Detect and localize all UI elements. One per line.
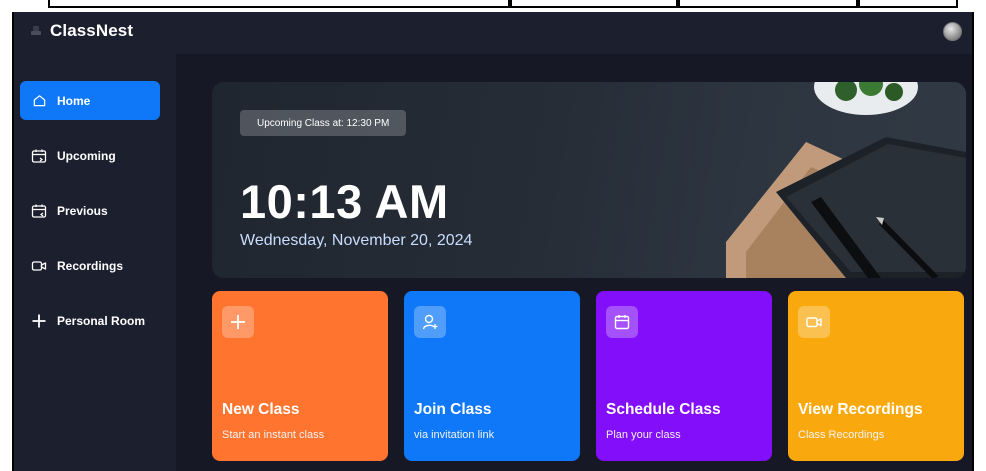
user-add-icon [414,306,446,338]
home-icon [31,93,47,109]
card-title: Join Class [414,401,492,418]
desk-illustration [726,82,966,278]
schedule-class-card[interactable]: Schedule Class Plan your class [596,291,772,461]
sidebar-item-label: Recordings [57,258,124,273]
video-icon [31,258,47,274]
card-title: New Class [222,401,300,418]
card-title: View Recordings [798,401,923,418]
main-content: Upcoming Class at: 12:30 PM 10:13 AM Wed… [176,54,972,471]
card-title: Schedule Class [606,401,721,418]
upcoming-class-badge: Upcoming Class at: 12:30 PM [240,110,407,136]
top-navbar: ClassNest [14,12,972,54]
top-box [678,0,858,8]
app-name: ClassNest [50,21,134,40]
view-recordings-card[interactable]: View Recordings Class Recordings [788,291,964,461]
sidebar-item-personal-room[interactable]: Personal Room [20,301,160,340]
sidebar-item-upcoming[interactable]: Upcoming [20,136,160,175]
app-window: ClassNest Home Upcoming Previous Recordi… [12,12,974,471]
top-box [858,0,958,8]
join-class-card[interactable]: Join Class via invitation link [404,291,580,461]
logo-icon [28,23,44,39]
sidebar-item-label: Home [57,93,91,108]
card-subtitle: Plan your class [606,429,681,441]
card-subtitle: via invitation link [414,429,495,441]
calendar-upcoming-icon [31,148,47,164]
calendar-icon [606,306,638,338]
current-time: 10:13 AM [240,175,449,228]
card-subtitle: Start an instant class [222,429,325,441]
top-strip [0,0,986,12]
logo[interactable]: ClassNest [28,21,133,41]
sidebar-item-label: Upcoming [57,148,116,163]
plus-icon [222,306,254,338]
current-date: Wednesday, November 20, 2024 [240,232,473,249]
sidebar-item-previous[interactable]: Previous [20,191,160,230]
plus-icon [31,313,47,329]
sidebar-item-home[interactable]: Home [20,81,160,120]
sidebar-item-label: Personal Room [57,313,146,328]
avatar[interactable] [943,22,962,41]
new-class-card[interactable]: New Class Start an instant class [212,291,388,461]
calendar-previous-icon [31,203,47,219]
sidebar: Home Upcoming Previous Recordings Person… [14,54,176,471]
card-subtitle: Class Recordings [798,429,885,441]
video-icon [798,306,830,338]
top-box [48,0,510,8]
hero-banner: Upcoming Class at: 12:30 PM 10:13 AM Wed… [212,82,966,278]
sidebar-item-label: Previous [57,203,108,218]
top-box [510,0,678,8]
sidebar-item-recordings[interactable]: Recordings [20,246,160,285]
